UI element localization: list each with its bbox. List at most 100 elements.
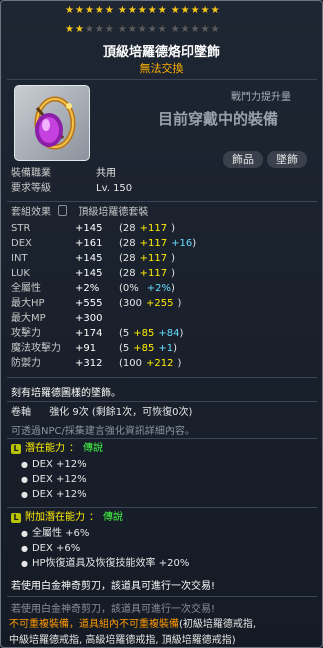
stat-total: +145 [75, 223, 103, 234]
stat-base: (28 [119, 253, 136, 264]
scroll-value: 強化 9次 (剩餘1次，可恢復0次) [49, 407, 193, 418]
stat-total: +161 [75, 238, 103, 249]
star-filled-icon: ★ [127, 5, 137, 16]
potential-line: DEX +12% [31, 459, 87, 470]
stat-close: ) [179, 328, 184, 339]
stat-name: 防禦力 [11, 358, 41, 369]
star-empty-icon: ★ [190, 24, 200, 35]
scroll-hint: 可透過NPC/採集建言強化資訊詳細內容。 [11, 426, 195, 437]
bullet-icon: ● [21, 529, 28, 538]
star-filled-icon: ★ [65, 24, 74, 35]
stat-name: 魔法攻擊力 [11, 343, 61, 354]
divider [7, 201, 317, 202]
stat-name: 最大HP [11, 298, 45, 309]
additional-potential-section: L 附加潛在能力 ： 傳說 ● 全屬性 +6% ● DEX +6% ● HP恢復道具及… [11, 510, 189, 571]
bullet-icon: ● [21, 490, 28, 499]
stat-row: 魔法攻擊力 +91 (5 +85 +1) [11, 341, 196, 356]
pendant-icon [34, 96, 76, 150]
additional-sep: ： [89, 512, 99, 523]
stat-flame-bonus: +1 [158, 343, 174, 354]
restriction-rest: (初級培羅德戒指, [179, 619, 257, 630]
star-filled-icon: ★ [104, 5, 114, 16]
item-name: 頂級培羅德烙印墜飾 [102, 45, 220, 60]
stat-name: INT [11, 253, 28, 264]
stat-total: +555 [75, 298, 103, 309]
stat-name: 最大MP [11, 313, 46, 324]
star-group: ★ ★ ★ ★ ★ [118, 6, 167, 16]
stat-close: ) [171, 253, 176, 264]
divider [7, 438, 317, 439]
stat-scroll-bonus: +117 [139, 223, 168, 234]
stat-base: (5 [119, 343, 130, 354]
set-effect-label: 套組效果 [11, 207, 51, 218]
stat-flame-bonus: +84 [158, 328, 180, 339]
potential-sep: ： [69, 443, 79, 454]
star-force-row-1: ★ ★ ★ ★ ★ ★ ★ ★ ★ ★ ★ ★ ★ ★ ★ [65, 6, 220, 16]
additional-line: 全屬性 +6% [31, 528, 90, 539]
stat-close: ) [177, 358, 182, 369]
stat-scroll-bonus: +255 [146, 298, 174, 309]
stat-flame-bonus: +2% [146, 283, 172, 294]
stat-name: DEX [11, 238, 32, 249]
star-empty-icon: ★ [200, 24, 210, 35]
star-group: ★ ★ ★ ★ ★ [65, 25, 114, 35]
stat-total: +312 [75, 358, 103, 369]
star-filled-icon: ★ [84, 5, 94, 16]
star-empty-icon: ★ [170, 24, 180, 35]
combat-power-label: 戰鬥力提升量 [231, 92, 291, 103]
star-filled-icon: ★ [210, 5, 220, 16]
stats-list: STR +145 (28 +117) DEX +161 (28 +117 +16) INT +145… [11, 221, 196, 371]
scissors-notice-echo: 若使用白金神奇剪刀，該道具可進行一次交易! [11, 604, 216, 615]
stat-scroll-bonus: +117 [139, 268, 168, 279]
stat-base: (0% [119, 283, 139, 294]
stat-base: (28 [119, 223, 136, 234]
legendary-badge-icon: L [11, 444, 21, 454]
set-effect-row: 套組效果 頂級培羅德套裝 [11, 205, 148, 220]
divider [7, 79, 317, 80]
star-filled-icon: ★ [137, 5, 147, 16]
stat-name: 全屬性 [11, 283, 41, 294]
scroll-label: 卷軸 [11, 407, 31, 418]
stat-close: ) [171, 223, 176, 234]
stat-base: (300 [119, 298, 142, 309]
stat-close: ) [192, 238, 197, 249]
star-group: ★ ★ ★ ★ ★ [118, 25, 167, 35]
divider [7, 377, 317, 378]
star-filled-icon: ★ [74, 5, 84, 16]
star-filled-icon: ★ [200, 5, 210, 16]
stat-close: ) [177, 298, 182, 309]
bullet-icon: ● [21, 559, 28, 568]
item-description: 刻有培羅德圖樣的墜飾。 [11, 388, 121, 399]
divider [7, 507, 317, 508]
bullet-icon: ● [21, 460, 28, 469]
stat-scroll-bonus: +85 [133, 343, 155, 354]
star-force-row-2: ★ ★ ★ ★ ★ ★ ★ ★ ★ ★ ★ ★ ★ ★ ★ [65, 25, 220, 35]
bullet-icon: ● [21, 475, 28, 484]
stat-row: LUK +145 (28 +117) [11, 266, 196, 281]
additional-title: 附加潛在能力 [25, 512, 85, 523]
star-empty-icon: ★ [104, 24, 114, 35]
stat-total: +2% [75, 283, 100, 294]
restriction-line-2: 中級培羅德戒指, 高級培羅德戒指, 頂級培羅德戒指) [9, 635, 236, 646]
subcategory-tag: 墜飾 [267, 151, 307, 168]
stat-row: 全屬性 +2% (0% +2%) [11, 281, 196, 296]
additional-line: DEX +6% [31, 543, 81, 554]
potential-title: 潛在能力 [25, 443, 65, 454]
divider [7, 401, 317, 402]
item-icon-frame [14, 85, 90, 161]
stat-close: ) [171, 268, 176, 279]
star-empty-icon: ★ [127, 24, 137, 35]
bullet-icon: ● [21, 544, 28, 553]
star-filled-icon: ★ [157, 5, 167, 16]
star-filled-icon: ★ [65, 5, 74, 16]
potential-grade: 傳說 [83, 443, 103, 454]
combat-power-value: 目前穿戴中的裝備 [158, 110, 279, 128]
stat-name: LUK [11, 268, 30, 279]
star-filled-icon: ★ [170, 5, 180, 16]
stat-name: 攻擊力 [11, 328, 41, 339]
req-label: 裝備職業 [11, 168, 51, 179]
scroll-row: 卷軸 強化 9次 (剩餘1次，可恢復0次) [11, 405, 192, 420]
stat-close: ) [171, 283, 175, 294]
stat-scroll-bonus: +117 [139, 253, 168, 264]
set-name: 頂級培羅德套裝 [78, 207, 149, 218]
